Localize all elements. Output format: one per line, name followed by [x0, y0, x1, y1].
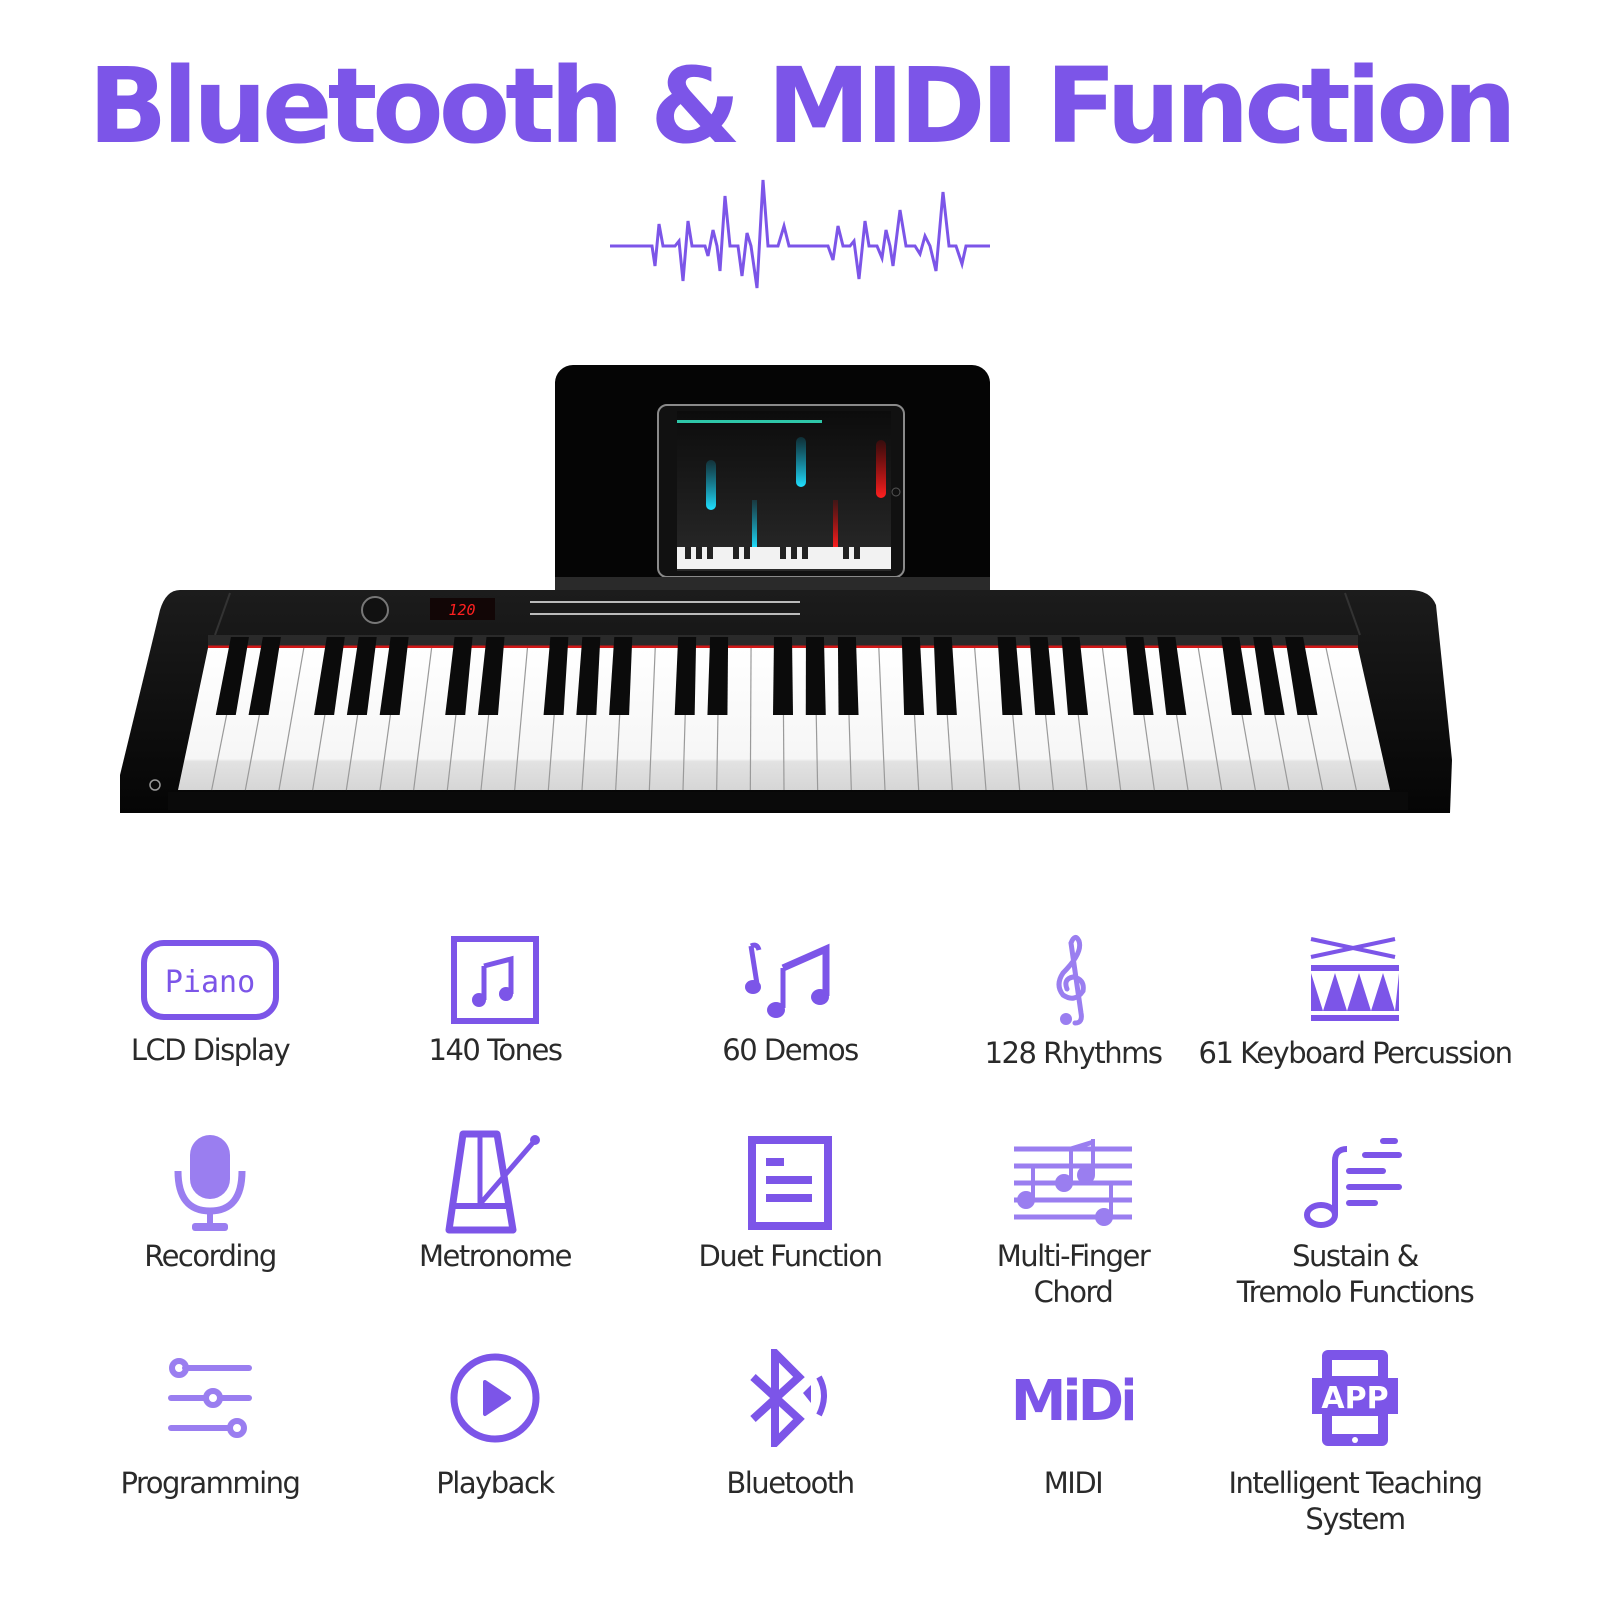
volume-knob	[361, 596, 389, 624]
page-title: Bluetooth & MIDI Function	[88, 45, 1517, 167]
feature-label: Metronome	[419, 1239, 572, 1273]
svg-text:MiDi: MiDi	[1013, 1369, 1133, 1428]
svg-text:APP: APP	[1321, 1381, 1388, 1416]
feature-label: 140 Tones	[428, 1033, 563, 1067]
drum-icon	[1205, 930, 1505, 1030]
sustain-note-icon	[1205, 1130, 1505, 1235]
lcd-piano-display-icon: Piano	[60, 930, 360, 1030]
black-key	[674, 637, 697, 715]
keyboard-product-image: 120	[120, 365, 1452, 813]
treble-clef-icon	[923, 930, 1223, 1030]
feature-label: Playback	[436, 1466, 555, 1500]
app-tablet-icon: APP	[1205, 1345, 1505, 1450]
black-key	[805, 637, 826, 715]
document-icon	[640, 1130, 940, 1235]
music-notes-icon	[640, 930, 940, 1030]
microphone-icon	[60, 1130, 360, 1235]
metronome-icon	[345, 1130, 645, 1235]
sliders-icon	[60, 1345, 360, 1450]
feature-label: Intelligent Teaching System	[1228, 1466, 1483, 1536]
black-key	[837, 637, 859, 715]
music-note-square-icon	[345, 930, 645, 1030]
black-key	[707, 637, 729, 715]
sound-wave-icon	[610, 179, 990, 289]
sheet-music-icon	[923, 1130, 1223, 1235]
black-key	[773, 637, 793, 715]
midi-icon: MiDi	[923, 1345, 1223, 1450]
feature-label: Sustain & Tremolo Functions	[1236, 1239, 1475, 1309]
svg-text:120: 120	[448, 601, 475, 619]
play-circle-icon	[345, 1345, 645, 1450]
tablet	[657, 404, 905, 578]
feature-label: 61 Keyboard Percussion	[1198, 1036, 1513, 1070]
bluetooth-icon	[640, 1345, 940, 1450]
white-key-divider	[749, 647, 752, 791]
svg-text:Piano: Piano	[165, 965, 255, 1000]
